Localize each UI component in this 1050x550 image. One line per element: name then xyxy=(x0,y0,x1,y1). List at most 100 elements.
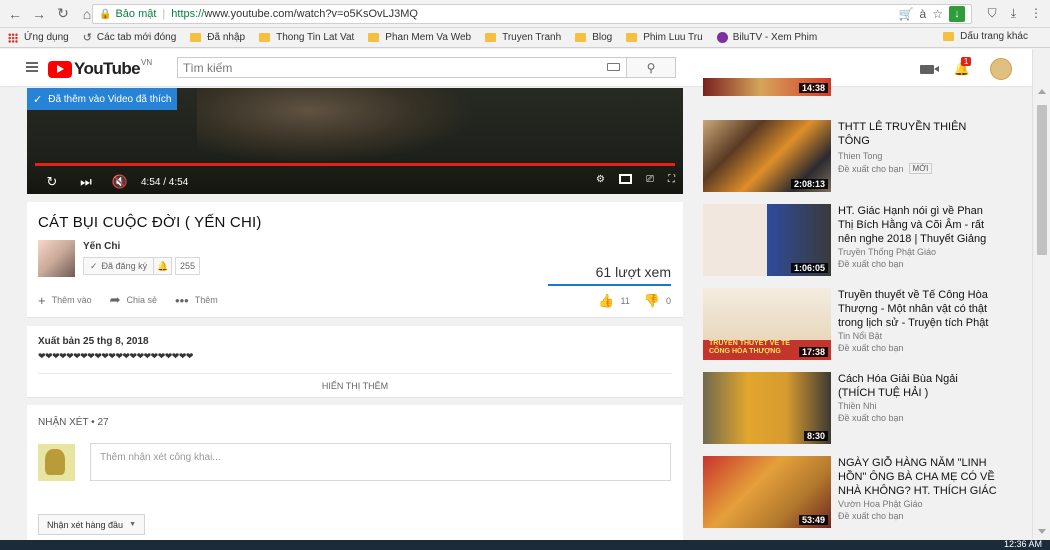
bookmark-other[interactable]: Dấu trang khác xyxy=(943,31,1028,42)
video-thumbnail[interactable]: TRUYỀN THUYẾT VỀ TẾ CÔNG HÒA THƯỢNG 17:3… xyxy=(703,288,831,360)
subscribe-button[interactable]: ✓ Đã đăng ký 🔔 xyxy=(83,257,173,275)
recommendation-channel: Tin Nổi Bật xyxy=(838,331,883,341)
folder-icon xyxy=(259,33,271,42)
shield-icon[interactable]: ⛉ xyxy=(988,6,997,21)
recommendation-title[interactable]: THTT LÊ TRUYỀN THIÊN TÔNG xyxy=(838,120,998,148)
bookmark-folder[interactable]: Đã nhập xyxy=(190,32,245,43)
recommendation-title[interactable]: Truyền thuyết về Tế Công Hòa Thượng - Mộ… xyxy=(838,288,998,330)
keyboard-icon[interactable] xyxy=(607,63,620,71)
search-button[interactable]: ⚲ xyxy=(626,57,676,78)
video-thumbnail[interactable]: 14:38 xyxy=(703,78,831,96)
mute-icon[interactable]: 🔇 xyxy=(111,174,129,189)
reload-icon[interactable]: ↻ xyxy=(54,5,72,23)
thumbs-up-icon[interactable]: 👍 xyxy=(598,293,614,309)
sort-comments-dropdown[interactable]: Nhận xét hàng đầu ▼ xyxy=(38,514,145,535)
theater-mode-icon[interactable] xyxy=(619,174,632,184)
forward-icon[interactable]: → xyxy=(30,5,48,23)
video-thumbnail[interactable]: 1:06:05 xyxy=(703,204,831,276)
scroll-down-arrow-icon[interactable] xyxy=(1038,529,1046,534)
bookmark-label: BiluTV - Xem Phim xyxy=(732,32,818,43)
next-icon[interactable]: ⏭ xyxy=(77,174,95,189)
bookmark-folder[interactable]: Blog xyxy=(575,32,612,43)
bookmark-label: Blog xyxy=(592,32,613,43)
page-scrollbar[interactable] xyxy=(1032,49,1050,539)
security-label: Bảo mật xyxy=(115,8,157,20)
star-icon[interactable]: ☆ xyxy=(932,7,943,21)
video-thumbnail[interactable]: 8:30 xyxy=(703,372,831,444)
chevron-down-icon: ▼ xyxy=(129,521,136,528)
comment-input[interactable]: Thêm nhận xét công khai... xyxy=(90,443,671,481)
recommendation-title[interactable]: Cách Hóa Giải Bùa Ngải (THÍCH TUỆ HẢI ) xyxy=(838,372,998,400)
channel-avatar[interactable] xyxy=(38,240,75,277)
bookmark-folder[interactable]: Phim Luu Tru xyxy=(626,32,703,43)
bookmark-label: Phan Mem Va Web xyxy=(385,32,472,43)
recommendation-title[interactable]: HT. Giác Hạnh nói gì về Phan Thị Bích Hằ… xyxy=(838,204,998,246)
replay-icon[interactable]: ↻ xyxy=(43,174,61,189)
header-actions: 🔔 1 xyxy=(919,57,1012,80)
fullscreen-icon[interactable]: ⛶ xyxy=(668,174,675,185)
bookmark-label: Thong Tin Lat Vat xyxy=(276,32,355,43)
menu-icon[interactable]: ⋮ xyxy=(1030,6,1042,21)
video-info-card: CÁT BỤI CUỘC ĐỜI ( YẾN CHI) Yến Chi ✓ Đã… xyxy=(27,202,683,318)
recommendation-item[interactable]: 53:49 NGÀY GIỖ HÀNG NĂM "LINH HỒN" ÔNG B… xyxy=(703,456,1023,531)
address-bar[interactable]: 🔒 Bảo mật | https:// www.youtube.com/wat… xyxy=(92,4,972,24)
url-text: www.youtube.com/watch?v=o5KsOvLJ3MQ xyxy=(204,8,418,20)
folder-icon xyxy=(190,33,202,42)
thumbnail-text: TRUYỀN THUYẾT VỀ TẾ CÔNG HÒA THƯỢNG xyxy=(709,340,790,355)
thumbs-down-icon[interactable]: 👎 xyxy=(644,293,660,309)
show-more-button[interactable]: HIỂN THỊ THÊM xyxy=(27,381,683,391)
scroll-up-arrow-icon[interactable] xyxy=(1038,89,1046,94)
recommendation-item[interactable]: 14:38 xyxy=(703,78,1023,98)
more-button[interactable]: ••• Thêm xyxy=(175,293,218,308)
video-duration: 53:49 xyxy=(798,515,828,525)
notification-bell-icon[interactable]: 🔔 xyxy=(153,258,171,274)
plus-icon: + xyxy=(38,292,46,308)
progress-bar[interactable] xyxy=(35,163,675,166)
bookmark-label: Truyen Tranh xyxy=(502,32,562,43)
video-duration: 1:06:05 xyxy=(790,263,828,273)
player-right-controls: ⚙ ⎚ ⛶ xyxy=(596,174,675,185)
cart-icon[interactable]: 🛒 xyxy=(899,7,914,21)
video-thumbnail[interactable]: 53:49 xyxy=(703,456,831,528)
publish-date: Xuất bản 25 thg 8, 2018 xyxy=(38,336,149,347)
browser-right-tools: ⛉ ⤓ ⋮ xyxy=(988,6,1042,21)
video-frame xyxy=(197,88,477,163)
channel-name[interactable]: Yến Chi xyxy=(83,241,120,252)
settings-gear-icon[interactable]: ⚙ xyxy=(596,174,605,185)
notifications-button[interactable]: 🔔 1 xyxy=(954,57,972,77)
recommendation-title[interactable]: NGÀY GIỖ HÀNG NĂM "LINH HỒN" ÔNG BÀ CHA … xyxy=(838,456,998,498)
cast-icon[interactable]: ⎚ xyxy=(646,174,654,185)
video-player[interactable]: ✓ Đã thêm vào Video đã thích ↻ ⏭ 🔇 4:54 … xyxy=(27,88,683,194)
bookmark-apps[interactable]: Ứng dụng xyxy=(0,32,69,43)
bookmark-folder[interactable]: Phan Mem Va Web xyxy=(368,32,471,43)
scroll-thumb[interactable] xyxy=(1037,105,1047,255)
liked-toast: ✓ Đã thêm vào Video đã thích xyxy=(27,88,177,110)
youtube-logo[interactable]: YouTube VN xyxy=(48,58,152,79)
add-to-button[interactable]: + Thêm vào xyxy=(38,293,92,308)
bookmark-folder[interactable]: Thong Tin Lat Vat xyxy=(259,32,354,43)
account-avatar[interactable] xyxy=(990,58,1012,80)
recommendation-meta: Đề xuất cho bạn xyxy=(838,511,904,521)
bookmark-label: Phim Luu Tru xyxy=(643,32,703,43)
view-count: 61 lượt xem xyxy=(595,264,671,280)
search-input[interactable]: Tìm kiếm xyxy=(177,57,627,78)
add-to-label: Thêm vào xyxy=(51,295,92,305)
download-icon[interactable]: ⤓ xyxy=(1011,6,1016,21)
recommendation-item[interactable]: 2:08:13 THTT LÊ TRUYỀN THIÊN TÔNG Thien … xyxy=(703,120,1023,195)
upload-video-icon[interactable] xyxy=(919,64,939,74)
time-display: 4:54 / 4:54 xyxy=(141,176,189,188)
video-thumbnail[interactable]: 2:08:13 xyxy=(703,120,831,192)
meta-text: Đề xuất cho bạn xyxy=(838,163,904,174)
recommendation-item[interactable]: 1:06:05 HT. Giác Hạnh nói gì về Phan Thị… xyxy=(703,204,1023,279)
back-icon[interactable]: ← xyxy=(6,5,24,23)
recommendation-item[interactable]: 8:30 Cách Hóa Giải Bùa Ngải (THÍCH TUỆ H… xyxy=(703,372,1023,447)
bookmark-recent-tabs[interactable]: ↺ Các tab mới đóng xyxy=(83,31,177,44)
bookmark-folder[interactable]: Truyen Tranh xyxy=(485,32,561,43)
hamburger-menu-icon[interactable] xyxy=(26,62,38,72)
bookmark-bilutv[interactable]: BiluTV - Xem Phim xyxy=(716,32,818,43)
share-button[interactable]: ➦ Chia sẻ xyxy=(110,292,157,308)
translate-icon[interactable]: à xyxy=(920,7,927,21)
download-extension-icon[interactable]: ↓ xyxy=(949,6,965,22)
search-placeholder: Tìm kiếm xyxy=(183,60,233,75)
recommendation-item[interactable]: TRUYỀN THUYẾT VỀ TẾ CÔNG HÒA THƯỢNG 17:3… xyxy=(703,288,1023,363)
